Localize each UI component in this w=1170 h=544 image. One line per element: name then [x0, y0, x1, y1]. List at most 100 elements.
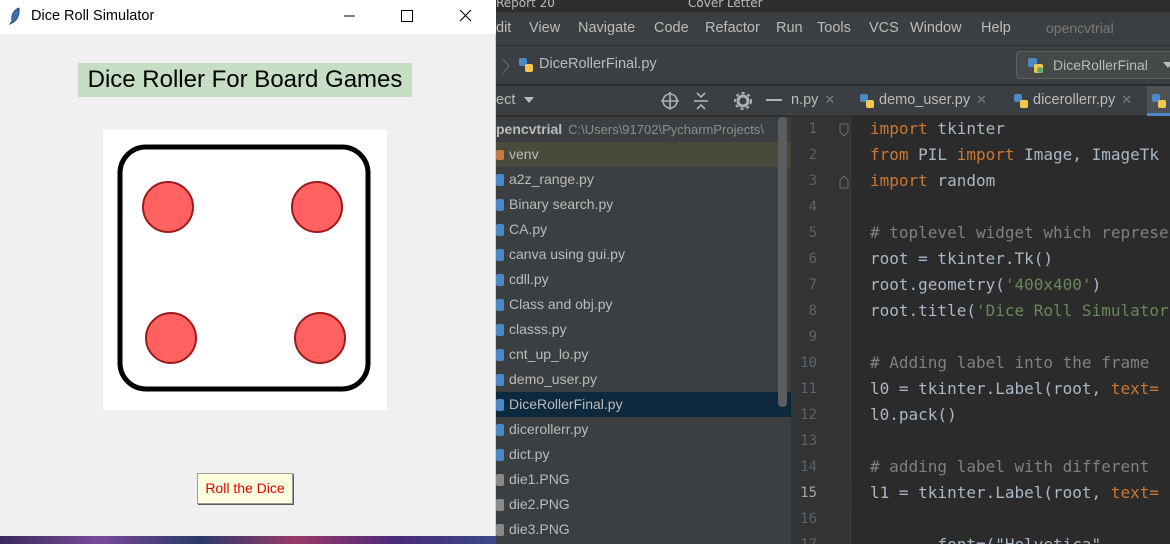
close-icon[interactable]: ✕: [976, 92, 987, 107]
menu-tools[interactable]: Tools: [817, 20, 851, 36]
chevron-down-icon[interactable]: [524, 97, 534, 105]
code-line: root.title('Dice Roll Simulator': [870, 301, 1170, 320]
tree-item[interactable]: classs.py: [496, 317, 791, 342]
code-token: ): [1091, 275, 1102, 294]
python-file-icon: [860, 94, 874, 108]
maximize-button[interactable]: [378, 0, 436, 32]
desktop-wallpaper-strip: [0, 536, 496, 544]
die-pip: [145, 312, 197, 364]
line-number: 1: [808, 121, 817, 137]
menu-help[interactable]: Help: [981, 20, 1011, 36]
tree-item[interactable]: demo_user.py: [496, 367, 791, 392]
gear-icon[interactable]: [733, 91, 753, 111]
python-file-icon: [519, 58, 533, 72]
tree-item[interactable]: canva using gui.py: [496, 242, 791, 267]
tree-item[interactable]: Binary search.py: [496, 192, 791, 217]
code-line: import tkinter: [870, 119, 1005, 138]
tree-item[interactable]: die2.PNG: [496, 492, 791, 517]
window-title-bar[interactable]: Dice Roll Simulator: [0, 0, 496, 34]
tab-demo-user[interactable]: demo_user.py ✕: [857, 86, 987, 116]
close-icon[interactable]: ✕: [1121, 92, 1132, 107]
die-pip: [291, 181, 343, 233]
code-token: text=: [1110, 379, 1159, 398]
menu-code[interactable]: Code: [654, 20, 689, 36]
tree-item-label: cnt_up_lo.py: [509, 346, 589, 362]
python-file-icon: [496, 199, 504, 211]
minimize-button[interactable]: [320, 0, 378, 32]
tab-dicerollerr[interactable]: dicerollerr.py ✕: [1011, 86, 1132, 116]
line-number: 4: [808, 199, 817, 215]
close-button[interactable]: [436, 0, 496, 32]
tree-item[interactable]: dicerollerr.py: [496, 417, 791, 442]
code-token: text=: [1110, 483, 1159, 502]
tree-item-label: classs.py: [509, 321, 567, 337]
collapse-all-icon[interactable]: [692, 91, 710, 111]
python-file-icon: [1152, 94, 1166, 108]
menu-refactor[interactable]: Refactor: [705, 20, 760, 36]
tree-item-label: DiceRollerFinal.py: [509, 396, 623, 412]
minimize-panel-icon[interactable]: [766, 99, 784, 103]
fold-marker-icon[interactable]: [839, 123, 849, 137]
project-panel-title[interactable]: ect: [496, 92, 515, 108]
image-file-icon: [496, 524, 504, 536]
tree-root-project[interactable]: pencvtrial C:\Users\91702\PycharmProjects…: [496, 117, 791, 142]
line-number-current: 15: [800, 485, 817, 501]
roll-the-dice-button[interactable]: Roll the Dice: [197, 473, 293, 504]
die-face-four: [117, 144, 371, 392]
run-configuration-label: DiceRollerFinal: [1053, 57, 1148, 73]
die-image: [103, 130, 387, 410]
code-line: # Adding label into the frame: [870, 353, 1150, 372]
minimize-icon: [344, 15, 355, 17]
die-pip: [142, 181, 194, 233]
tree-item[interactable]: die1.PNG: [496, 467, 791, 492]
run-configuration-select[interactable]: DiceRollerFinal: [1016, 51, 1170, 79]
tree-item[interactable]: a2z_range.py: [496, 167, 791, 192]
fold-marker-icon[interactable]: [839, 175, 849, 189]
code-line: # adding label with different: [870, 457, 1150, 476]
line-number: 5: [808, 225, 817, 241]
tree-item-selected[interactable]: DiceRollerFinal.py: [496, 392, 791, 417]
locate-file-icon[interactable]: [660, 91, 680, 111]
tree-item-label: CA.py: [509, 221, 548, 237]
tree-item[interactable]: Class and obj.py: [496, 292, 791, 317]
breadcrumb-file[interactable]: DiceRollerFinal.py: [539, 56, 657, 72]
menu-window[interactable]: Window: [910, 20, 962, 36]
tree-item[interactable]: dict.py: [496, 442, 791, 467]
tree-item[interactable]: CA.py: [496, 217, 791, 242]
close-icon[interactable]: ✕: [824, 92, 835, 107]
menu-edit[interactable]: dit: [496, 20, 511, 36]
tab-other-file[interactable]: n.py ✕: [791, 86, 835, 116]
tree-item[interactable]: die3.PNG: [496, 517, 791, 542]
tab-dicerollerfinal-active[interactable]: [1147, 86, 1170, 116]
die-pip: [294, 312, 346, 364]
code-line: l0.pack(): [870, 405, 957, 424]
tree-item[interactable]: cdll.py: [496, 267, 791, 292]
menu-navigate[interactable]: Navigate: [578, 20, 635, 36]
project-tree-scrollbar[interactable]: [778, 117, 787, 407]
python-file-icon: [496, 324, 504, 336]
code-line: import random: [870, 171, 995, 190]
project-name: opencvtrial: [1046, 20, 1114, 36]
menu-run[interactable]: Run: [776, 20, 803, 36]
code-token: PIL: [908, 145, 957, 164]
tree-item[interactable]: cnt_up_lo.py: [496, 342, 791, 367]
code-token: import: [956, 145, 1015, 164]
line-number: 10: [800, 355, 817, 371]
app-heading: Dice Roller For Board Games: [78, 63, 412, 97]
menu-view[interactable]: View: [529, 20, 560, 36]
line-number: 9: [808, 329, 817, 345]
menu-vcs[interactable]: VCS: [869, 20, 899, 36]
folder-icon: [496, 150, 504, 160]
line-number: 3: [808, 173, 817, 189]
window-title: Dice Roll Simulator: [31, 8, 155, 24]
code-token: tkinter: [927, 119, 1005, 138]
line-number: 14: [800, 459, 817, 475]
line-number: 16: [800, 511, 817, 527]
chevron-down-icon: [1163, 62, 1170, 68]
line-number: 11: [800, 381, 817, 397]
tree-item-venv[interactable]: venv: [496, 142, 791, 167]
close-icon: [459, 9, 472, 22]
code-token: l1 = tkinter.Label(root,: [870, 483, 1111, 502]
code-editor[interactable]: import tkinter from PIL import Image, Im…: [852, 117, 1170, 544]
breadcrumb-separator-icon: [502, 58, 510, 74]
